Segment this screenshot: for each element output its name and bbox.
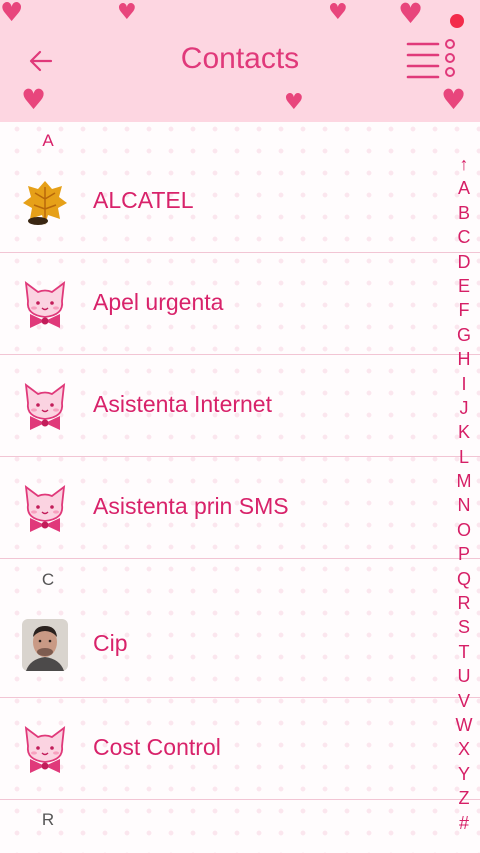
- index-letter-hash[interactable]: #: [452, 811, 476, 835]
- index-letter-s[interactable]: S: [452, 615, 476, 639]
- contact-name: Asistenta prin SMS: [93, 493, 289, 519]
- index-letter-l[interactable]: L: [452, 445, 476, 469]
- pink-cat-icon: [24, 485, 66, 532]
- contact-row[interactable]: Apel urgenta: [0, 253, 480, 355]
- pink-cat-icon: [24, 281, 66, 328]
- heart-icon: ♥: [398, 0, 424, 30]
- contact-photo: [22, 279, 68, 329]
- contact-photo: [22, 177, 68, 227]
- index-letter-x[interactable]: X: [452, 737, 476, 761]
- contact-row[interactable]: ALCATEL: [0, 151, 480, 253]
- contact-name: Asistenta Internet: [93, 391, 272, 417]
- pink-cat-icon: [24, 726, 66, 773]
- heart-icon: ♥: [117, 0, 137, 25]
- index-letter-a[interactable]: A: [452, 176, 476, 200]
- index-letter-r[interactable]: R: [452, 591, 476, 615]
- index-letter-u[interactable]: U: [452, 664, 476, 688]
- index-letter-c[interactable]: C: [452, 225, 476, 249]
- index-letter-i[interactable]: I: [452, 372, 476, 396]
- autumn-leaf-photo: [22, 177, 68, 227]
- pink-cat-icon: [24, 383, 66, 430]
- contact-row[interactable]: Cip: [0, 594, 480, 698]
- contact-name: ALCATEL: [93, 187, 194, 213]
- heart-icon: ♥: [21, 83, 47, 116]
- index-letter-f[interactable]: F: [452, 298, 476, 322]
- index-scroll-top[interactable]: ↑: [452, 152, 476, 176]
- section-header-c: C: [41, 570, 55, 589]
- contact-row[interactable]: Cost Control: [0, 698, 480, 800]
- index-letter-g[interactable]: G: [452, 323, 476, 347]
- heart-icon: ♥: [441, 83, 467, 116]
- section-header-r: R: [41, 810, 55, 829]
- contact-photo: [22, 381, 68, 431]
- heart-icon: ♥: [284, 90, 304, 115]
- section-header-a: A: [42, 131, 54, 150]
- row-divider: [0, 558, 480, 559]
- index-letter-m[interactable]: M: [452, 469, 476, 493]
- index-letter-v[interactable]: V: [452, 689, 476, 713]
- index-letter-h[interactable]: H: [452, 347, 476, 371]
- contact-photo: [22, 619, 68, 671]
- index-letter-n[interactable]: N: [452, 493, 476, 517]
- app-header: ♥ ♥ ♥ ♥ ♥ ♥ ♥ Contacts: [0, 0, 480, 122]
- index-letter-z[interactable]: Z: [452, 786, 476, 810]
- contact-name: Cost Control: [93, 734, 221, 760]
- index-letter-t[interactable]: T: [452, 640, 476, 664]
- index-letter-y[interactable]: Y: [452, 762, 476, 786]
- index-letter-d[interactable]: D: [452, 250, 476, 274]
- index-letter-j[interactable]: J: [452, 396, 476, 420]
- index-letter-p[interactable]: P: [452, 542, 476, 566]
- alphabet-index[interactable]: ↑ A B C D E F G H I J K L M N O P Q R S …: [452, 152, 476, 835]
- index-letter-k[interactable]: K: [452, 420, 476, 444]
- index-letter-b[interactable]: B: [452, 201, 476, 225]
- heart-icon: ♥: [328, 0, 348, 25]
- contact-name: Apel urgenta: [93, 289, 224, 315]
- menu-button[interactable]: [404, 38, 460, 84]
- row-divider: [0, 799, 480, 800]
- person-photo: [22, 619, 68, 671]
- notification-dot: [450, 14, 464, 28]
- index-letter-e[interactable]: E: [452, 274, 476, 298]
- contact-photo: [22, 483, 68, 533]
- heart-icon: ♥: [0, 0, 24, 28]
- list-menu-icon: [406, 39, 455, 79]
- contact-row[interactable]: Asistenta Internet: [0, 355, 480, 457]
- contact-photo: [22, 724, 68, 774]
- index-letter-q[interactable]: Q: [452, 567, 476, 591]
- contact-row[interactable]: Asistenta prin SMS: [0, 457, 480, 559]
- contact-name: Cip: [93, 630, 128, 656]
- index-letter-w[interactable]: W: [452, 713, 476, 737]
- index-letter-o[interactable]: O: [452, 518, 476, 542]
